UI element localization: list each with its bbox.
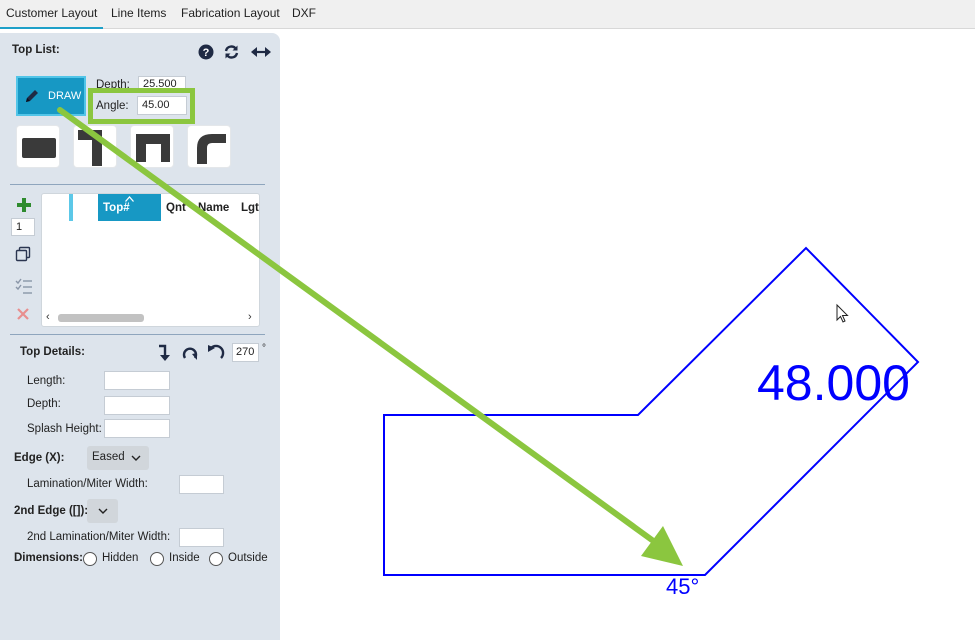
u-shape-icon bbox=[136, 134, 170, 162]
dimension-outside-label: Outside bbox=[228, 552, 268, 564]
grid-row-marker bbox=[69, 194, 73, 221]
rotate-counterclockwise-icon[interactable] bbox=[207, 344, 225, 365]
lamination-label: Lamination/Miter Width: bbox=[27, 478, 148, 490]
edge-select[interactable]: Eased bbox=[87, 446, 149, 470]
top-list-grid[interactable]: Top# Qnt Name Lgt ‹ › bbox=[41, 193, 260, 327]
tab-customer-layout[interactable]: Customer Layout bbox=[0, 6, 104, 29]
depth-input[interactable]: 25.500 bbox=[138, 76, 186, 92]
curved-shape-icon bbox=[197, 134, 226, 164]
grid-header-name[interactable]: Name bbox=[198, 202, 229, 214]
dimension-hidden-radio[interactable] bbox=[83, 552, 97, 566]
scrollbar-thumb[interactable] bbox=[58, 314, 144, 322]
chevron-down-icon bbox=[131, 455, 141, 461]
tab-line-items[interactable]: Line Items bbox=[111, 6, 166, 20]
grid-header-lgt[interactable]: Lgt bbox=[241, 202, 259, 214]
dimension-inside-label: Inside bbox=[169, 552, 200, 564]
divider-top-details bbox=[10, 334, 265, 335]
countertop-shape-outline[interactable] bbox=[383, 246, 920, 576]
rotate-down-icon[interactable] bbox=[157, 344, 171, 365]
dimension-label: 48.000 bbox=[757, 355, 910, 411]
depth-label: Depth: bbox=[96, 79, 130, 91]
shape-l-button[interactable] bbox=[73, 125, 117, 168]
chevron-down-icon bbox=[98, 508, 108, 514]
divider-top-list bbox=[10, 184, 265, 185]
top-list-title: Top List: bbox=[12, 44, 60, 56]
lamination2-label: 2nd Lamination/Miter Width: bbox=[27, 531, 171, 543]
tab-fabrication-layout[interactable]: Fabrication Layout bbox=[181, 6, 280, 20]
angle-label: Angle: bbox=[96, 100, 129, 112]
l-shape-icon bbox=[78, 130, 102, 166]
shape-rectangle-button[interactable] bbox=[16, 125, 60, 168]
length-input[interactable] bbox=[104, 371, 170, 390]
dimension-inside-radio[interactable] bbox=[150, 552, 164, 566]
resize-horizontal-icon[interactable] bbox=[251, 45, 271, 62]
grid-horizontal-scrollbar[interactable]: ‹ › bbox=[44, 311, 257, 325]
scroll-right-icon[interactable]: › bbox=[248, 311, 252, 323]
lamination2-input[interactable] bbox=[179, 528, 224, 547]
edge2-label: 2nd Edge ([]): bbox=[14, 505, 89, 517]
shape-curved-button[interactable] bbox=[187, 125, 231, 168]
angle-input[interactable]: 45.00 bbox=[137, 96, 187, 115]
draw-button[interactable]: DRAW bbox=[16, 76, 86, 116]
dimension-outside-radio[interactable] bbox=[209, 552, 223, 566]
splash-height-input[interactable] bbox=[104, 419, 170, 438]
length-label: Length: bbox=[27, 375, 66, 387]
scroll-left-icon[interactable]: ‹ bbox=[46, 311, 50, 323]
delete-icon[interactable] bbox=[17, 308, 29, 323]
annotation-arrow-head bbox=[641, 526, 683, 566]
add-icon[interactable] bbox=[16, 197, 32, 216]
rotate-clockwise-icon[interactable] bbox=[181, 344, 199, 365]
sort-ascending-icon bbox=[125, 196, 134, 202]
dimension-hidden-label: Hidden bbox=[102, 552, 139, 564]
draw-button-label: DRAW bbox=[48, 90, 82, 102]
dimensions-label: Dimensions: bbox=[14, 552, 84, 564]
shape-u-button[interactable] bbox=[130, 125, 174, 168]
angle-measure-label: 45° bbox=[666, 574, 699, 599]
edge-label: Edge (X): bbox=[14, 452, 65, 464]
rectangle-shape-icon bbox=[22, 138, 56, 158]
splash-height-label: Splash Height: bbox=[27, 423, 102, 435]
rotation-unit: ° bbox=[262, 343, 266, 354]
grid-header-qnt[interactable]: Qnt bbox=[166, 202, 186, 214]
tab-bar: Customer Layout Line Items Fabrication L… bbox=[0, 0, 975, 29]
details-depth-input[interactable] bbox=[104, 396, 170, 415]
edge2-select[interactable] bbox=[87, 499, 118, 523]
pencil-icon bbox=[26, 90, 38, 102]
details-depth-label: Depth: bbox=[27, 398, 61, 410]
checklist-icon[interactable] bbox=[15, 277, 33, 298]
copy-icon[interactable] bbox=[15, 246, 31, 265]
refresh-icon[interactable] bbox=[223, 44, 240, 63]
grid-header-top-label: Top# bbox=[103, 202, 130, 214]
lamination-input[interactable] bbox=[179, 475, 224, 494]
help-icon[interactable]: ? bbox=[198, 44, 214, 63]
grid-header-top-sorted[interactable]: Top# bbox=[98, 194, 161, 221]
tab-dxf[interactable]: DXF bbox=[292, 6, 316, 20]
mouse-cursor-icon bbox=[836, 303, 849, 323]
top-details-title: Top Details: bbox=[20, 346, 85, 358]
edge-select-value: Eased bbox=[92, 451, 125, 463]
svg-text:?: ? bbox=[203, 47, 210, 59]
quantity-input[interactable]: 1 bbox=[11, 218, 35, 236]
rotation-input[interactable]: 270 bbox=[232, 343, 259, 362]
